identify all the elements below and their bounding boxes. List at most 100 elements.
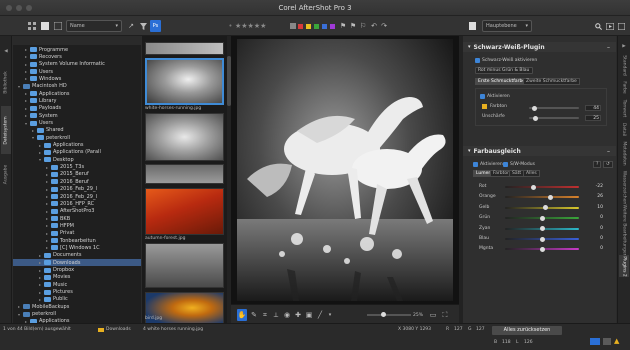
single-view-icon[interactable]	[40, 20, 50, 32]
bw-blur-value[interactable]: 25	[585, 115, 601, 121]
bw-plugin-header[interactable]: ▾ Schwarz-Weiß-Plugin –	[463, 42, 616, 52]
warning-icon[interactable]: ▲	[614, 337, 619, 345]
tree-item[interactable]: ▾ peterkroll	[13, 134, 141, 141]
color-balance-header[interactable]: ▾ Farbausgleich –	[463, 146, 616, 156]
bw-enable-checkbox[interactable]: Schwarz-Weiß aktivieren	[475, 58, 537, 63]
tree-item[interactable]: ▸ Shared	[13, 127, 141, 134]
color-label-swatch[interactable]	[298, 24, 303, 29]
slider-knob[interactable]	[539, 226, 545, 232]
tree-item[interactable]: ▸ Downloads	[13, 259, 141, 267]
grid-view-icon[interactable]	[27, 20, 37, 32]
bw-color-value[interactable]: 44	[585, 105, 601, 111]
cb-slider[interactable]	[505, 194, 579, 200]
cb-slider-value[interactable]: 0	[587, 215, 603, 220]
tree-item[interactable]: ▸ AfterShotPro3	[13, 208, 141, 215]
bw-activate-checkbox[interactable]: Aktivieren	[480, 94, 510, 99]
star-rating[interactable]: ★★★★★	[235, 20, 266, 32]
sort-direction-icon[interactable]: ↗	[126, 20, 136, 32]
compare-icon[interactable]: ▭	[429, 309, 437, 321]
cb-bw-mode-checkbox[interactable]: S/W-Modus	[503, 162, 535, 167]
tab-first-color[interactable]: Erste Schmucktfarbe	[475, 78, 529, 85]
cb-slider-value[interactable]: 0	[587, 226, 603, 231]
tree-item[interactable]: ▸ MobileBackups	[13, 303, 141, 310]
cb-slider[interactable]	[505, 226, 579, 232]
tree-item[interactable]: ▸ 2015_Beruf	[13, 171, 141, 178]
cb-slider[interactable]	[505, 246, 579, 252]
cb-slider-value[interactable]: 10	[587, 205, 603, 210]
thumbnail[interactable]	[145, 188, 224, 235]
photoshop-button[interactable]: Ps	[150, 20, 161, 32]
cb-slider-value[interactable]: 26	[587, 194, 603, 199]
main-photo[interactable]	[237, 39, 453, 301]
rotate-left-icon[interactable]: ↶	[370, 20, 378, 32]
cb-slider-value[interactable]: 0	[587, 246, 603, 251]
slideshow-icon[interactable]	[605, 20, 614, 32]
right-tab[interactable]: Standard	[619, 54, 629, 76]
slider-knob[interactable]	[539, 215, 545, 221]
tree-item[interactable]: ▸ Music	[13, 281, 141, 288]
slider-knob[interactable]	[543, 205, 549, 211]
tree-item[interactable]: ▸ 2015_T3s	[13, 164, 141, 171]
tree-item[interactable]: ▾ peterkroll	[13, 311, 141, 318]
tree-item[interactable]: ▸ System	[13, 112, 141, 119]
section-menu-icon[interactable]: –	[607, 148, 610, 155]
thumbnail-selected[interactable]	[145, 58, 224, 105]
section-menu-icon[interactable]: –	[607, 44, 610, 51]
cb-slider-value[interactable]: -22	[587, 184, 603, 189]
bw-color-slider[interactable]	[529, 105, 579, 111]
tree-item[interactable]: ▸ 2016_Feb_29_I	[13, 193, 141, 200]
brush-tool-icon[interactable]: ✎	[250, 309, 258, 321]
thumbnail[interactable]	[145, 113, 224, 161]
tree-item[interactable]: ▸ Documents	[13, 252, 141, 259]
tab-output[interactable]: Ausgabe	[1, 158, 11, 190]
tab-library[interactable]: Bibliothek	[1, 61, 11, 103]
color-label-swatch[interactable]	[330, 24, 335, 29]
tree-item[interactable]: ▸ Pictures	[13, 289, 141, 296]
fit-screen-icon[interactable]: ⛶	[441, 309, 449, 321]
redeye-tool-icon[interactable]: ◉	[283, 309, 291, 321]
bw-blur-slider[interactable]	[529, 115, 579, 121]
tree-item[interactable]: ▸ Programme	[13, 46, 141, 53]
right-tab[interactable]: Weitere Bearbeitungen	[619, 204, 629, 256]
tree-item[interactable]: ▸ Windows	[13, 75, 141, 82]
cb-slider-value[interactable]: 0	[587, 236, 603, 241]
slider-knob[interactable]	[532, 105, 537, 111]
tree-item[interactable]: ▸ Recovers	[13, 53, 141, 60]
rating-reject-icon[interactable]: •	[228, 20, 233, 32]
tree-item[interactable]: ▸ Public	[13, 296, 141, 303]
compare-mode-icon[interactable]	[603, 338, 611, 345]
tree-item[interactable]: ▸ Tonbearbeitun	[13, 237, 141, 244]
pan-tool-icon[interactable]: ✋	[237, 309, 247, 321]
tree-item[interactable]: ▸ 2016_HFP_RC	[13, 200, 141, 207]
cb-slider[interactable]	[505, 205, 579, 211]
flag-icon[interactable]: ⚑	[339, 20, 347, 32]
color-label-swatch[interactable]	[314, 24, 319, 29]
color-label-none-icon[interactable]	[289, 20, 297, 32]
flag-clear-icon[interactable]: ⚐	[359, 20, 367, 32]
zoom-slider[interactable]	[367, 314, 411, 316]
right-tab[interactable]: Wasserzeichen	[619, 169, 629, 205]
slider-knob[interactable]	[539, 236, 545, 242]
tab-second-color[interactable]: Zweite Schmucktfarbe	[523, 78, 580, 85]
cb-tab[interactable]: Alles	[523, 170, 540, 177]
color-swatch[interactable]	[482, 104, 487, 109]
flag-reject-icon[interactable]: ⚑	[349, 20, 357, 32]
split-view-icon[interactable]	[53, 20, 63, 32]
view-mode-icon[interactable]	[590, 338, 600, 345]
tree-item[interactable]: ▸ Applications	[13, 90, 141, 97]
minimize-window-button[interactable]	[16, 5, 22, 11]
help-button[interactable]: ?	[593, 161, 602, 168]
rotate-right-icon[interactable]: ↷	[380, 20, 388, 32]
tree-item[interactable]: ▸ 2016_Feb_29_I	[13, 186, 141, 193]
right-tab[interactable]: Metadaten	[619, 140, 629, 166]
tree-item[interactable]: ▾ Users	[13, 120, 141, 127]
cb-slider[interactable]	[505, 236, 579, 242]
fullscreen-icon[interactable]	[617, 20, 626, 32]
slider-knob[interactable]	[548, 194, 554, 200]
tree-item[interactable]: ▾ Desktop	[13, 156, 141, 163]
cb-slider[interactable]	[505, 184, 579, 190]
color-label-swatch[interactable]	[306, 24, 311, 29]
document-icon[interactable]	[467, 20, 477, 32]
sort-select[interactable]: Name ▾	[66, 20, 122, 32]
layer-select[interactable]: Hauptebene ▾	[482, 20, 532, 32]
